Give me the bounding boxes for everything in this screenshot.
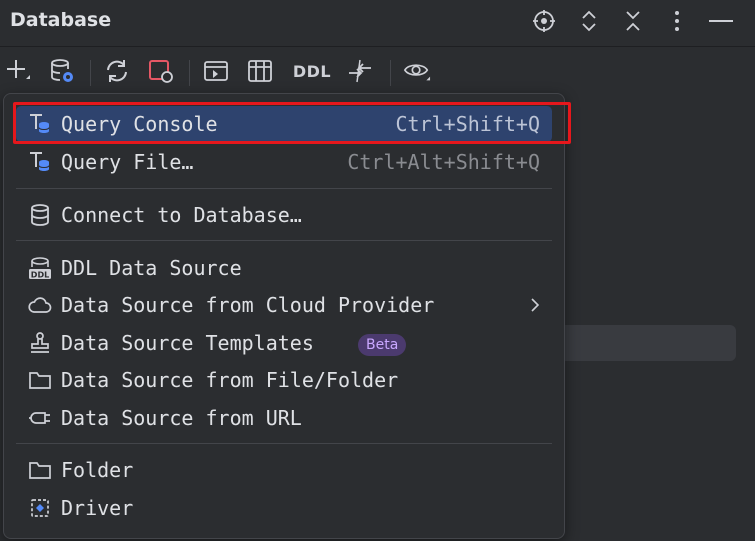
plug-icon xyxy=(28,406,52,430)
data-source-properties-icon[interactable] xyxy=(48,57,76,85)
tool-window-header: Database xyxy=(0,0,755,44)
database-toolbar: DDL xyxy=(0,52,755,90)
table-editor-icon[interactable] xyxy=(246,57,274,85)
toolbar-separator xyxy=(90,60,91,86)
stamp-icon xyxy=(28,331,52,355)
folder-icon xyxy=(28,368,52,392)
submenu-arrow-icon xyxy=(531,298,540,312)
menu-separator xyxy=(16,188,552,189)
more-options-icon[interactable] xyxy=(664,8,690,34)
header-divider xyxy=(0,46,755,47)
menu-item-label: Connect to Database… xyxy=(61,203,302,227)
menu-item-driver[interactable]: Driver xyxy=(16,490,552,526)
menu-item-data-source-cloud[interactable]: Data Source from Cloud Provider xyxy=(16,287,552,323)
menu-separator xyxy=(16,240,552,241)
refresh-icon[interactable] xyxy=(103,57,131,85)
menu-item-ddl-data-source[interactable]: DDL DDL Data Source xyxy=(16,250,552,286)
menu-item-data-source-url[interactable]: Data Source from URL xyxy=(16,400,552,436)
menu-item-label: Data Source from File/Folder xyxy=(61,368,399,392)
collapse-all-icon[interactable] xyxy=(620,8,646,34)
ddl-button[interactable]: DDL xyxy=(292,57,332,85)
menu-separator xyxy=(16,443,552,444)
folder-icon xyxy=(28,458,52,482)
hide-panel-icon[interactable] xyxy=(708,8,734,34)
menu-item-shortcut: Ctrl+Alt+Shift+Q xyxy=(347,150,540,174)
menu-item-label: Data Source from URL xyxy=(61,406,302,430)
menu-item-query-file[interactable]: Query File… Ctrl+Alt+Shift+Q xyxy=(16,144,552,180)
ddl-label: DDL xyxy=(292,61,332,81)
highlight-annotation xyxy=(13,102,571,144)
ddl-data-source-icon: DDL xyxy=(28,256,52,280)
jump-to-console-icon[interactable] xyxy=(202,57,230,85)
menu-item-label: DDL Data Source xyxy=(61,256,242,280)
driver-icon xyxy=(28,496,52,520)
menu-item-data-source-templates[interactable]: Data Source Templates Beta xyxy=(16,325,552,361)
disconnect-icon[interactable] xyxy=(147,57,175,85)
svg-text:DDL: DDL xyxy=(31,271,49,280)
toolbar-separator xyxy=(390,60,391,86)
menu-item-label: Driver xyxy=(61,496,134,520)
compare-icon[interactable] xyxy=(346,57,374,85)
menu-item-label: Query File… xyxy=(61,150,194,174)
tree-row-background[interactable] xyxy=(540,325,736,361)
view-options-icon[interactable] xyxy=(403,57,431,85)
menu-item-folder[interactable]: Folder xyxy=(16,452,552,488)
add-data-source-menu: Query Console Ctrl+Shift+Q Query File… C… xyxy=(3,93,565,539)
cloud-icon xyxy=(28,293,52,317)
toolbar-separator xyxy=(189,60,190,86)
locate-icon[interactable] xyxy=(531,8,557,34)
menu-item-label: Folder xyxy=(61,458,134,482)
beta-badge: Beta xyxy=(358,334,407,356)
menu-item-data-source-file[interactable]: Data Source from File/Folder xyxy=(16,362,552,398)
database-icon xyxy=(28,203,52,227)
menu-item-label: Data Source Templates xyxy=(61,331,314,355)
add-icon[interactable] xyxy=(4,57,32,85)
query-file-icon xyxy=(28,150,52,174)
menu-item-connect-to-database[interactable]: Connect to Database… xyxy=(16,197,552,233)
menu-item-label: Data Source from Cloud Provider xyxy=(61,293,435,317)
expand-all-icon[interactable] xyxy=(576,8,602,34)
tool-window-title: Database xyxy=(10,9,112,31)
